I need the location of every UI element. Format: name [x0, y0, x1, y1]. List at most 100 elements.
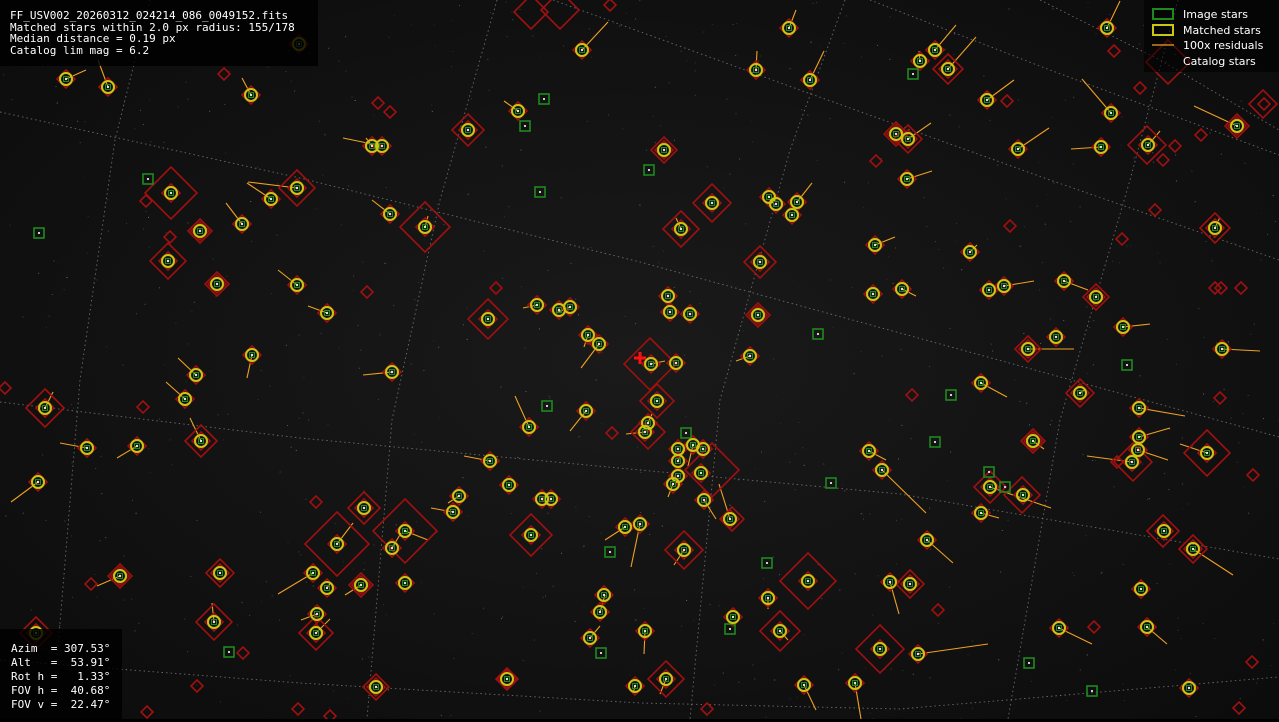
noise-speck [789, 161, 791, 163]
noise-speck [1120, 144, 1122, 146]
matched-star-core [43, 406, 47, 410]
noise-speck [30, 609, 32, 611]
noise-speck [1180, 638, 1182, 640]
noise-speck [53, 260, 55, 262]
matched-star-core [516, 109, 520, 113]
legend-matched-star-swatch [1152, 24, 1174, 36]
noise-speck [185, 81, 187, 83]
noise-speck [930, 548, 931, 550]
noise-speck [363, 569, 365, 571]
noise-speck [1147, 122, 1149, 124]
noise-speck [547, 269, 549, 271]
noise-speck [1026, 402, 1028, 404]
azimuth-value: Azim = 307.53° [11, 642, 111, 655]
matched-star-core [643, 430, 647, 434]
noise-speck [765, 716, 767, 718]
noise-speck [520, 149, 522, 151]
noise-speck [290, 446, 292, 448]
noise-speck [100, 456, 102, 458]
matched-star-core [853, 681, 857, 685]
noise-speck [368, 656, 370, 658]
noise-speck [136, 313, 137, 315]
noise-speck [352, 568, 354, 570]
matched-star-core [691, 443, 695, 447]
noise-speck [881, 355, 883, 357]
matched-star-core [269, 197, 273, 201]
legend-item-image-stars: Image stars [1152, 7, 1248, 21]
noise-speck [789, 698, 791, 700]
matched-star-core [688, 312, 692, 316]
noise-speck [789, 461, 791, 463]
image-star-core [729, 628, 731, 630]
noise-speck [949, 114, 951, 116]
noise-speck [673, 139, 675, 141]
noise-speck [45, 519, 47, 521]
noise-speck [864, 667, 866, 669]
noise-speck [1122, 563, 1124, 565]
noise-speck [807, 114, 809, 116]
matched-star-core [388, 212, 392, 216]
matched-star-core [682, 548, 686, 552]
noise-speck [1052, 8, 1054, 10]
matched-star-core [118, 574, 122, 578]
matched-star-core [106, 85, 110, 89]
noise-speck [1258, 149, 1260, 151]
noise-speck [505, 1, 507, 3]
matched-star-core [1121, 325, 1125, 329]
noise-speck [801, 587, 803, 589]
matched-star-core [374, 685, 378, 689]
noise-speck [279, 471, 281, 473]
noise-speck [1070, 220, 1072, 222]
noise-speck [467, 515, 469, 517]
noise-speck [759, 55, 761, 57]
noise-speck [992, 350, 994, 352]
noise-speck [889, 419, 890, 421]
noise-speck [764, 500, 766, 502]
noise-speck [1029, 424, 1030, 426]
noise-speck [901, 424, 903, 426]
fits-filename: FF_USV002_20260312_024214_086_0049152.fi… [10, 9, 289, 22]
noise-speck [328, 707, 330, 709]
noise-speck [436, 203, 438, 205]
noise-speck [276, 234, 278, 236]
image-star-core [546, 405, 548, 407]
noise-speck [1248, 512, 1250, 514]
noise-speck [681, 625, 683, 627]
noise-speck [1240, 100, 1242, 102]
image-star-core [539, 191, 541, 193]
matched-star-core [240, 222, 244, 226]
matched-star-core [64, 77, 68, 81]
noise-speck [42, 454, 44, 456]
noise-speck [851, 287, 853, 288]
noise-speck [989, 119, 991, 121]
noise-speck [1129, 245, 1131, 247]
noise-speck [236, 624, 238, 626]
noise-speck [364, 562, 366, 564]
noise-speck [410, 24, 412, 26]
noise-speck [1236, 461, 1238, 463]
matched-star-core [507, 483, 511, 487]
noise-speck [1049, 318, 1051, 320]
noise-speck [1093, 320, 1095, 322]
noise-speck [51, 294, 53, 295]
matched-star-core [85, 446, 89, 450]
noise-speck [361, 658, 363, 660]
noise-speck [285, 344, 287, 346]
noise-speck [635, 619, 637, 621]
noise-speck [539, 710, 541, 712]
matched-star-core [527, 425, 531, 429]
noise-speck [1203, 393, 1205, 395]
matched-star-core [403, 529, 407, 533]
pointing-info-panel: Azim = 307.53° Alt = 53.91° Rot h = 1.33° F… [0, 629, 122, 722]
matched-star-core [979, 511, 983, 515]
noise-speck [1253, 323, 1255, 325]
noise-speck [101, 493, 103, 495]
matched-star-core [325, 311, 329, 315]
noise-speck [680, 50, 682, 52]
noise-speck [99, 540, 101, 542]
noise-speck [1155, 85, 1157, 87]
matched-star-core [370, 144, 374, 148]
noise-speck [522, 586, 524, 588]
noise-speck [1129, 414, 1131, 416]
noise-speck [466, 307, 468, 309]
